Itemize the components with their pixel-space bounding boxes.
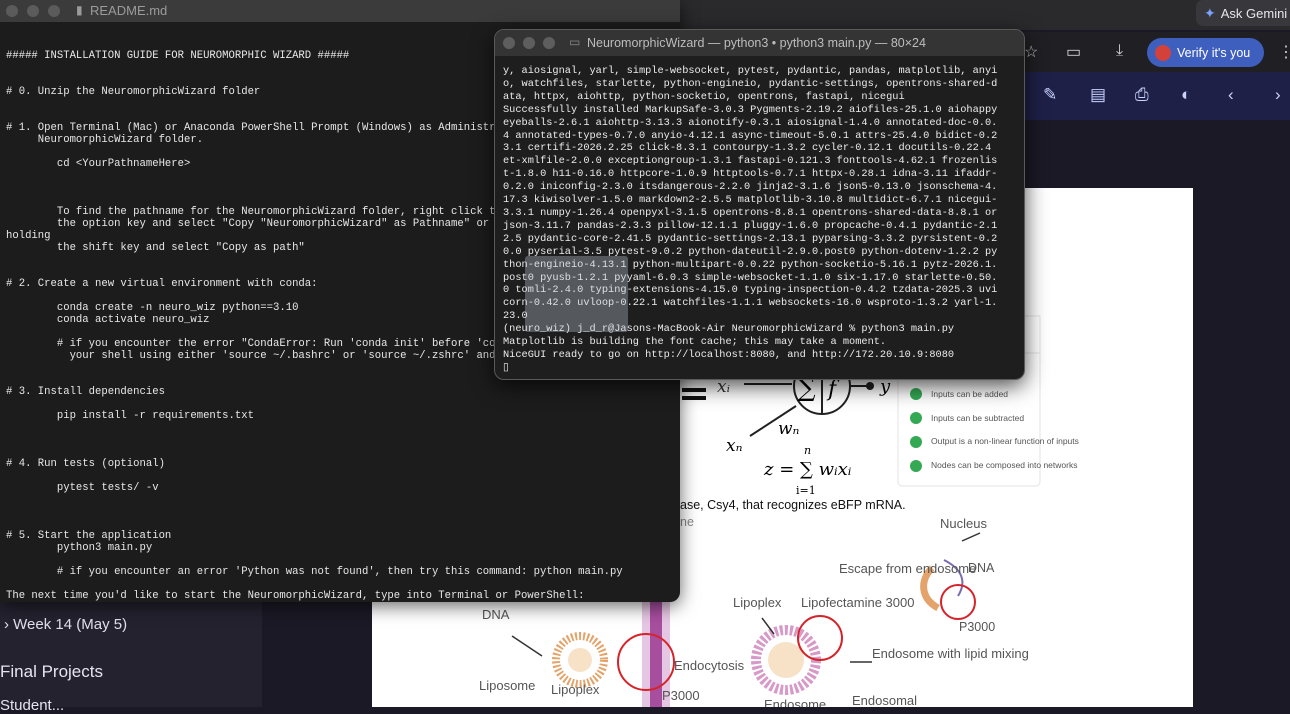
- cast-icon[interactable]: ▭: [1066, 42, 1081, 62]
- slide-caption-2: ne: [680, 515, 694, 529]
- label-p3000-right: P3000: [959, 620, 995, 634]
- readme-line: The next time you'd like to start the Ne…: [6, 590, 585, 602]
- terminal-line: Successfully installed MarkupSafe-3.0.3 …: [503, 103, 998, 116]
- sidebar-item-week14[interactable]: › Week 14 (May 5): [4, 616, 127, 633]
- sum-upper: n: [804, 444, 811, 457]
- terminal-line: t-1.8.0 h11-0.16.0 httpcore-1.0.9 httpto…: [503, 168, 998, 181]
- minimize-window-button[interactable]: [27, 5, 39, 17]
- terminal-line: 2.5 pydantic-core-2.41.5 pydantic-settin…: [503, 232, 998, 245]
- terminal-line: 0.2.0 iniconfig-2.3.0 itsdangerous-2.2.0…: [503, 181, 998, 194]
- label-nucleus: Nucleus: [940, 516, 987, 531]
- label-endocytosis: Endocytosis: [674, 658, 745, 673]
- label-dna-left: DNA: [482, 607, 510, 622]
- label-p3000-bottom: P3000: [662, 688, 700, 703]
- close-window-button[interactable]: [503, 37, 515, 49]
- terminal-window: ▭ NeuromorphicWizard — python3 • python3…: [494, 29, 1025, 380]
- pencil-icon[interactable]: ✎: [1043, 85, 1057, 105]
- chevron-right-icon: ›: [4, 616, 9, 633]
- readme-line: [6, 506, 623, 518]
- readme-line: [6, 398, 623, 410]
- drag-preview: [525, 256, 628, 332]
- readme-line: [6, 422, 623, 434]
- label-liposome: Liposome: [479, 678, 535, 693]
- input-xi: xᵢ: [717, 377, 730, 397]
- gemini-sparkle-icon: ✦: [1204, 4, 1216, 21]
- formula: z = ∑ wᵢxᵢ: [763, 459, 852, 480]
- checklist-item: Inputs can be subtracted: [931, 413, 1024, 423]
- terminal-line: 4 annotated-types-0.7.0 anyio-4.12.1 asy…: [503, 129, 998, 142]
- slide-caption: ase, Csy4, that recognizes eBFP mRNA.: [680, 498, 906, 512]
- readme-line: [6, 446, 623, 458]
- readme-line: # 4. Run tests (optional): [6, 458, 165, 470]
- terminal-title-bar: ▭ NeuromorphicWizard — python3 • python3…: [495, 30, 1024, 56]
- terminal-line: ata, httpx, aiohttp, python-socketio, op…: [503, 90, 905, 103]
- verify-label: Verify it's you: [1177, 45, 1251, 60]
- terminal-line: 17.3 kiwisolver-1.5.0 markdown2-2.5.5 ma…: [503, 194, 998, 207]
- sidebar-item-final-projects[interactable]: Final Projects: [0, 662, 103, 682]
- terminal-line: 3.1 certifi-2026.2.25 click-8.3.1 contou…: [503, 142, 992, 155]
- terminal-line: eyeballs-2.6.1 aiohttp-3.13.3 aionotify-…: [503, 116, 998, 129]
- terminal-line: y, aiosignal, yarl, simple-websocket, py…: [503, 65, 998, 77]
- checklist-item: Inputs can be added: [931, 389, 1008, 399]
- terminal-line: Matplotlib is building the font cache; t…: [503, 336, 887, 349]
- input-xn: xₙ: [726, 436, 743, 456]
- readme-line: [6, 554, 623, 566]
- label-lipofectamine: Lipofectamine 3000: [801, 595, 914, 610]
- editor-title-bar: ▮ README.md: [0, 0, 680, 22]
- close-window-button[interactable]: [6, 5, 18, 17]
- file-icon: ▮: [76, 3, 83, 17]
- readme-line: python3 main.py: [6, 542, 153, 554]
- terminal-line: et-xmlfile-2.0.0 exceptiongroup-1.3.1 fa…: [503, 155, 998, 168]
- chevron-left-icon[interactable]: ‹: [1228, 85, 1234, 105]
- terminal-title: NeuromorphicWizard — python3 • python3 m…: [587, 36, 926, 50]
- label-endosome-bottom: Endosome: [764, 697, 826, 707]
- profile-avatar-icon: [1155, 44, 1171, 61]
- bookmark-star-icon[interactable]: ☆: [1024, 42, 1038, 62]
- document-icon[interactable]: ▤: [1090, 85, 1106, 105]
- readme-line: # if you encounter an error 'Python was …: [6, 566, 623, 578]
- readme-line: [6, 494, 623, 506]
- label-endosomal: Endosomal: [852, 693, 917, 707]
- checklist-item: Nodes can be composed into networks: [931, 460, 1077, 470]
- terminal-line: o, watchfiles, starlette, python-enginei…: [503, 77, 998, 90]
- zoom-window-button[interactable]: [48, 5, 60, 17]
- readme-line: # 3. Install dependencies: [6, 386, 165, 398]
- label-lipoplex: Lipoplex: [733, 595, 782, 610]
- pdf-toolbar: [1020, 72, 1290, 120]
- sum-lower: i=1: [796, 484, 816, 497]
- checklist-item: Output is a non-linear function of input…: [931, 436, 1079, 446]
- chevron-right-icon[interactable]: ›: [1275, 85, 1281, 105]
- contrast-icon[interactable]: ◐: [1181, 85, 1191, 105]
- readme-line: pip install -r requirements.txt: [6, 410, 254, 422]
- editor-filename: README.md: [90, 3, 168, 18]
- label-endosome-mixing: Endosome with lipid mixing: [872, 646, 1029, 661]
- verify-identity-button[interactable]: Verify it's you: [1147, 38, 1264, 67]
- readme-line: [6, 518, 623, 530]
- ask-gemini-button[interactable]: ✦ Ask Gemini: [1196, 0, 1290, 26]
- ask-gemini-label: Ask Gemini: [1220, 5, 1288, 21]
- readme-line: pytest tests/ -v: [6, 482, 159, 494]
- terminal-line: json-3.11.7 pandas-2.3.3 pillow-12.1.1 p…: [503, 219, 998, 232]
- more-menu-icon[interactable]: ⋮: [1278, 42, 1290, 62]
- download-icon[interactable]: ⤓: [1116, 42, 1123, 60]
- readme-line: # 5. Start the application: [6, 530, 172, 542]
- terminal-line: NiceGUI ready to go on http://localhost:…: [503, 348, 955, 361]
- label-lipoplex-bottom: Lipoplex: [551, 682, 600, 697]
- readme-line: [6, 578, 623, 590]
- weight-wn: wₙ: [778, 419, 800, 439]
- print-icon[interactable]: ⎙: [1135, 85, 1149, 105]
- zoom-window-button[interactable]: [543, 37, 555, 49]
- folder-icon: ▭: [569, 35, 581, 49]
- readme-line: [6, 434, 623, 446]
- terminal-line: ▯: [503, 361, 509, 374]
- label-escape: Escape from endosome: [839, 561, 976, 576]
- readme-line: [6, 470, 623, 482]
- minimize-window-button[interactable]: [523, 37, 535, 49]
- sidebar-item-student[interactable]: Student...: [0, 697, 64, 714]
- terminal-line: 3.3.1 numpy-1.26.4 openpyxl-3.1.5 opentr…: [503, 206, 998, 219]
